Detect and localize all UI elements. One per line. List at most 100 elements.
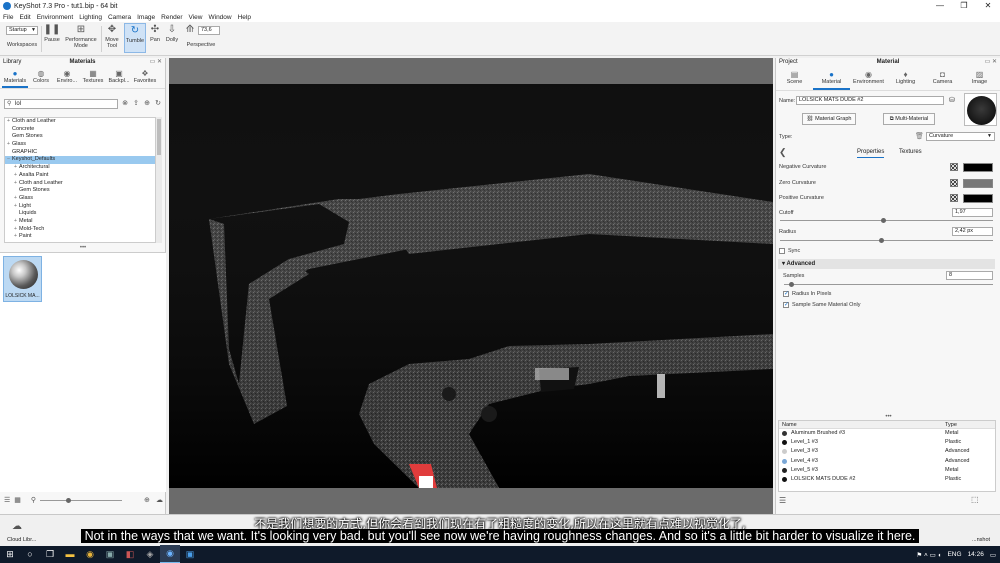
expand-toggle-icon[interactable]: + bbox=[12, 164, 19, 172]
cutoff-slider[interactable] bbox=[780, 220, 993, 221]
radius-input[interactable]: 2,42 px bbox=[952, 227, 993, 236]
list-view-icon[interactable]: ☰ bbox=[779, 496, 786, 505]
render-canvas[interactable] bbox=[169, 84, 773, 488]
tree-item[interactable]: Liquids bbox=[5, 210, 155, 218]
back-arrow-icon[interactable]: ❮ bbox=[779, 147, 787, 158]
tree-item[interactable]: + Paint bbox=[5, 233, 155, 241]
tab-environments[interactable]: ◉ Enviro... bbox=[54, 67, 80, 88]
expand-toggle-icon[interactable]: + bbox=[12, 180, 19, 188]
clear-search-icon[interactable]: ⊗ bbox=[120, 99, 130, 109]
tree-item[interactable]: + Glass bbox=[5, 195, 155, 203]
texture-toggle-icon[interactable] bbox=[950, 194, 958, 202]
language-indicator[interactable]: ENG bbox=[947, 551, 961, 558]
multi-material-button[interactable]: ⧉ Multi-Material bbox=[883, 113, 935, 125]
windows-start-icon[interactable]: ⊞ bbox=[0, 546, 20, 563]
material-list-row[interactable]: Level_1 #3 Plastic bbox=[779, 438, 995, 447]
menu-edit[interactable]: Edit bbox=[19, 14, 30, 21]
material-list-row[interactable]: LOLSICK MATS DUDE #2 Plastic bbox=[779, 475, 995, 484]
pan-button[interactable]: ✣ Pan bbox=[148, 25, 162, 44]
search-icon[interactable]: ⚲ bbox=[31, 496, 36, 504]
material-name-input[interactable]: LOLSICK MATS DUDE #2 bbox=[796, 96, 944, 105]
tree-scrollbar[interactable] bbox=[156, 117, 162, 243]
add-icon[interactable]: ⊕ bbox=[144, 496, 150, 504]
save-material-icon[interactable]: ⛁ bbox=[949, 96, 955, 104]
import-icon[interactable]: ⊕ bbox=[142, 99, 152, 109]
texture-toggle-icon[interactable] bbox=[950, 179, 958, 187]
tab-textures[interactable]: Textures bbox=[899, 148, 922, 157]
tree-item[interactable]: + Metal bbox=[5, 218, 155, 226]
tab-materials[interactable]: ● Materials bbox=[2, 67, 28, 88]
panel-window-icons[interactable]: ▭ ✕ bbox=[985, 58, 997, 67]
tab-scene[interactable]: ▤ Scene bbox=[776, 67, 813, 90]
app-icon[interactable]: ▣ bbox=[100, 546, 120, 563]
expand-toggle-icon[interactable]: − bbox=[5, 156, 12, 164]
expand-toggle-icon[interactable]: + bbox=[12, 195, 19, 203]
menu-window[interactable]: Window bbox=[208, 14, 231, 21]
clock[interactable]: 14:26 bbox=[968, 551, 984, 558]
file-explorer-icon[interactable]: ▬ bbox=[60, 546, 80, 563]
chrome-icon[interactable]: ◉ bbox=[80, 546, 100, 563]
material-list-row[interactable]: Level_3 #3 Advanced bbox=[779, 447, 995, 456]
material-thumbnail[interactable]: LOLSICK MA... bbox=[3, 256, 42, 302]
samples-slider-knob[interactable] bbox=[789, 282, 794, 287]
dolly-button[interactable]: ⇩ Dolly bbox=[164, 25, 180, 44]
material-list-row[interactable]: Level_5 #3 Metal bbox=[779, 466, 995, 475]
thumbnail-size-slider[interactable] bbox=[40, 500, 122, 501]
camera-fov-icon[interactable]: ⟰ bbox=[184, 25, 196, 37]
minimize-icon[interactable]: — bbox=[928, 0, 952, 12]
tree-item[interactable]: Concrete bbox=[5, 126, 155, 134]
name-column-header[interactable]: Name bbox=[782, 421, 797, 429]
app-icon[interactable]: ▣ bbox=[180, 546, 200, 563]
tab-material[interactable]: ● Material bbox=[813, 67, 850, 90]
texture-toggle-icon[interactable] bbox=[950, 163, 958, 171]
tree-item[interactable]: − Keyshot_Defaults bbox=[5, 156, 155, 165]
radius-slider-knob[interactable] bbox=[879, 238, 884, 243]
tab-properties[interactable]: Properties bbox=[857, 148, 885, 158]
expand-toggle-icon[interactable]: + bbox=[5, 141, 12, 149]
menu-lighting[interactable]: Lighting bbox=[79, 14, 102, 21]
cloud-icon[interactable]: ☁ bbox=[156, 496, 163, 504]
close-icon[interactable]: ✕ bbox=[976, 0, 1000, 12]
tab-favorites[interactable]: ❖ Favorites bbox=[132, 67, 158, 88]
expand-toggle-icon[interactable]: + bbox=[12, 233, 19, 241]
tab-backplates[interactable]: ▣ Backpl... bbox=[106, 67, 132, 88]
app-icon[interactable]: ◈ bbox=[140, 546, 160, 563]
tree-item[interactable]: Gem Stones bbox=[5, 133, 155, 141]
menu-image[interactable]: Image bbox=[137, 14, 155, 21]
positive-curvature-swatch[interactable] bbox=[963, 194, 993, 203]
tree-item[interactable]: + Axalta Paint bbox=[5, 172, 155, 180]
tree-item[interactable]: + Architectural bbox=[5, 164, 155, 172]
upload-icon[interactable]: ⇪ bbox=[131, 99, 141, 109]
radius-slider[interactable] bbox=[780, 240, 993, 241]
zoom-field[interactable]: 73,6 bbox=[198, 26, 220, 35]
tab-camera[interactable]: ◘ Camera bbox=[924, 67, 961, 90]
material-list-row[interactable]: Level_4 #3 Advanced bbox=[779, 457, 995, 466]
search-icon[interactable]: ○ bbox=[20, 546, 40, 563]
refresh-icon[interactable]: ↻ bbox=[153, 99, 163, 109]
tab-lighting[interactable]: ♦ Lighting bbox=[887, 67, 924, 90]
menu-render[interactable]: Render bbox=[161, 14, 182, 21]
screenshot-icon[interactable]: ⬚ bbox=[971, 495, 979, 504]
tab-image[interactable]: ▨ Image bbox=[961, 67, 998, 90]
tray-icons[interactable]: ⚑ ˄ ▭ ◖ bbox=[916, 551, 941, 559]
menu-file[interactable]: File bbox=[3, 14, 13, 21]
move-tool-button[interactable]: ✥ Move Tool bbox=[103, 25, 121, 50]
notifications-icon[interactable]: ▭ bbox=[990, 551, 996, 559]
panel-window-icons[interactable]: ▭ ✕ bbox=[150, 58, 162, 67]
sample-same-material-checkbox[interactable]: ✓ bbox=[783, 302, 789, 308]
expand-toggle-icon[interactable]: + bbox=[12, 172, 19, 180]
expand-toggle-icon[interactable]: + bbox=[12, 226, 19, 234]
tree-item[interactable]: + Light bbox=[5, 203, 155, 211]
library-search-input[interactable]: ⚲ lol bbox=[4, 99, 118, 109]
performance-mode-button[interactable]: ⊞ Performance Mode bbox=[63, 25, 99, 50]
expand-toggle-icon[interactable]: + bbox=[12, 218, 19, 226]
type-column-header[interactable]: Type bbox=[945, 421, 957, 429]
expand-toggle-icon[interactable]: + bbox=[5, 118, 12, 126]
tree-item[interactable]: + Cloth and Leather bbox=[5, 180, 155, 188]
material-type-select[interactable]: Curvature ▼ bbox=[926, 132, 995, 141]
sync-checkbox[interactable] bbox=[779, 248, 785, 254]
tree-item[interactable]: + Mold-Tech bbox=[5, 226, 155, 234]
negative-curvature-swatch[interactable] bbox=[963, 163, 993, 172]
menu-environment[interactable]: Environment bbox=[37, 14, 74, 21]
material-list-row[interactable]: Aluminum Brushed #3 Metal bbox=[779, 429, 995, 438]
